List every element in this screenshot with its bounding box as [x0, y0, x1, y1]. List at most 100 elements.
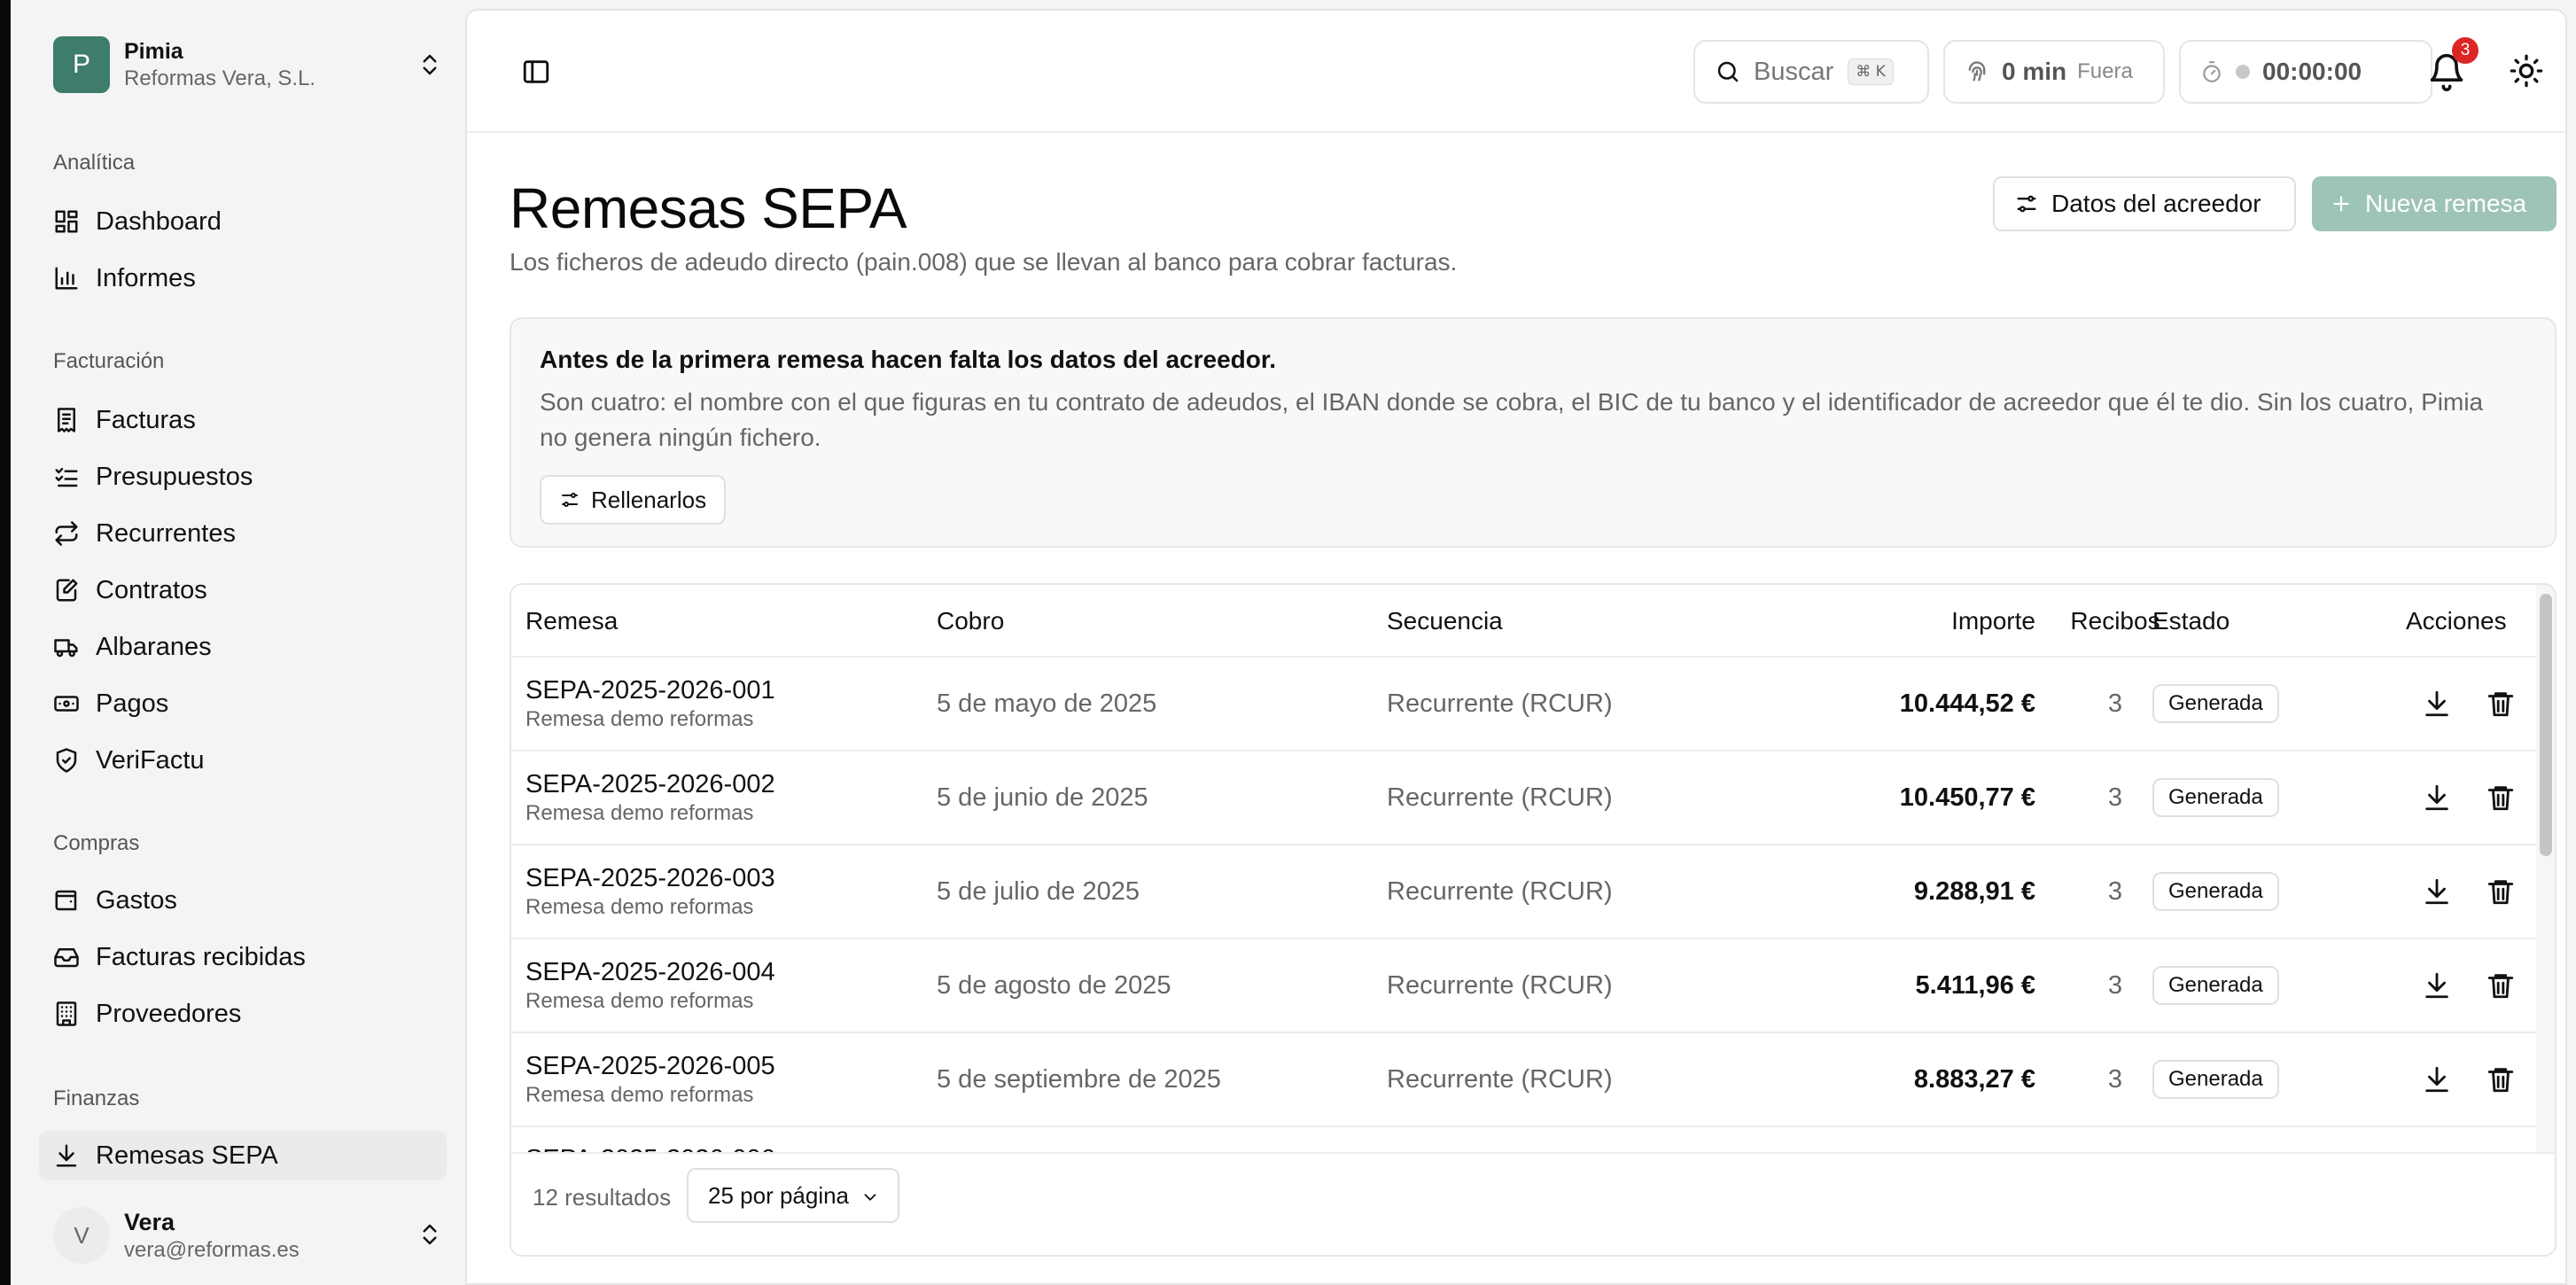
- user-email: vera@reformas.es: [124, 1238, 300, 1262]
- fill-creditor-button[interactable]: Rellenarlos: [540, 475, 727, 525]
- receipt-icon: [58, 408, 75, 432]
- search-icon: [1717, 61, 1739, 82]
- sun-icon[interactable]: [2509, 53, 2544, 89]
- search-placeholder: Buscar: [1754, 57, 1834, 86]
- new-button-label: Nueva remesa: [2365, 190, 2527, 217]
- creditor-button-label: Datos del acreedor: [2051, 190, 2261, 217]
- user-menu[interactable]: V Vera vera@reformas.es: [53, 1202, 443, 1269]
- secuencia: Recurrente (RCUR): [1387, 970, 1613, 1000]
- download-icon[interactable]: [2422, 876, 2452, 907]
- sidebar-item-label: Presupuestos: [96, 462, 253, 491]
- trash-icon[interactable]: [2486, 689, 2516, 719]
- table-row[interactable]: SEPA-2025-2026-001 Remesa demo reformas 5…: [511, 658, 2536, 752]
- table-row[interactable]: SEPA-2025-2026-002 Remesa demo reformas 5…: [511, 752, 2536, 845]
- stopwatch-icon: [2203, 61, 2221, 82]
- topbar: Buscar ⌘ K 0 min Fuera 00:00:00 3: [467, 11, 2565, 133]
- sidebar-item-label: Proveedores: [96, 999, 242, 1028]
- banknote-icon: [54, 696, 79, 712]
- org-avatar: P: [53, 36, 110, 93]
- sidebar-item-label: Facturas: [96, 405, 196, 434]
- status-badge: Generada: [2152, 872, 2279, 911]
- sidebar-item-label: Facturas recibidas: [96, 942, 306, 971]
- section-label-finanzas: Finanzas: [53, 1086, 140, 1110]
- header-estado[interactable]: Estado: [2152, 585, 2230, 658]
- sidebar-item-label: Albaranes: [96, 632, 212, 661]
- sidebar-item-contratos[interactable]: Contratos: [39, 565, 447, 615]
- truck-icon: [54, 639, 78, 658]
- table-row[interactable]: SEPA-2025-2026-003 Remesa demo reformas 5…: [511, 845, 2536, 939]
- results-count: 12 resultados: [533, 1184, 672, 1211]
- header-remesa[interactable]: Remesa: [525, 585, 618, 658]
- header-cobro[interactable]: Cobro: [937, 585, 1004, 658]
- header-acciones: Acciones: [2406, 607, 2507, 635]
- clock-in-button[interactable]: 0 min Fuera: [1943, 40, 2165, 104]
- sidebar-item-facturas[interactable]: Facturas: [39, 395, 447, 445]
- sidebar-item-presupuestos[interactable]: Presupuestos: [39, 452, 447, 502]
- download-icon[interactable]: [2422, 689, 2452, 719]
- sidebar-item-verifactu[interactable]: VeriFactu: [39, 736, 447, 785]
- sliders-icon: [2017, 195, 2036, 213]
- sidebar-item-proveedores[interactable]: Proveedores: [39, 989, 447, 1039]
- section-label-facturacion: Facturación: [53, 349, 165, 373]
- trash-icon[interactable]: [2486, 970, 2516, 1001]
- sidebar-item-remesas-sepa[interactable]: Remesas SEPA: [39, 1131, 447, 1180]
- avatar: V: [53, 1207, 110, 1264]
- header-secuencia[interactable]: Secuencia: [1387, 585, 1503, 658]
- scrollbar-thumb[interactable]: [2540, 594, 2552, 856]
- user-name: Vera: [124, 1209, 175, 1235]
- remesa-id: SEPA-2025-2026-004: [525, 958, 775, 986]
- sidebar-item-pagos[interactable]: Pagos: [39, 679, 447, 728]
- search-button[interactable]: Buscar ⌘ K: [1693, 40, 1929, 104]
- fill-button-label: Rellenarlos: [591, 486, 707, 513]
- cobro-date: 5 de junio de 2025: [937, 783, 1148, 812]
- sidebar-item-label: Recurrentes: [96, 518, 236, 548]
- importe: 8.883,27 €: [1913, 1064, 2035, 1094]
- download-icon: [56, 1144, 77, 1167]
- secuencia: Recurrente (RCUR): [1387, 876, 1613, 906]
- sidebar: P Pimia Reformas Vera, S.L. Analítica Da…: [11, 0, 465, 1285]
- sidebar-item-label: Contratos: [96, 575, 207, 604]
- shield-check-icon: [56, 748, 77, 773]
- repeat-icon: [55, 521, 78, 546]
- per-page-select[interactable]: 25 por página: [687, 1168, 899, 1223]
- main-panel: Buscar ⌘ K 0 min Fuera 00:00:00 3 Remesa…: [465, 9, 2567, 1285]
- cobro-date: 5 de agosto de 2025: [937, 970, 1171, 1000]
- download-icon[interactable]: [2422, 970, 2452, 1001]
- sidebar-item-albaranes[interactable]: Albaranes: [39, 622, 447, 672]
- sidebar-toggle-icon[interactable]: [520, 57, 552, 87]
- table-row[interactable]: SEPA-2025-2026-004 Remesa demo reformas 5…: [511, 939, 2536, 1033]
- header-importe[interactable]: Importe: [1858, 585, 2035, 658]
- table-row[interactable]: SEPA-2025-2026-005 Remesa demo reformas 5…: [511, 1033, 2536, 1127]
- download-icon[interactable]: [2422, 1064, 2452, 1094]
- sidebar-item-informes[interactable]: Informes: [39, 253, 447, 303]
- sidebar-item-dashboard[interactable]: Dashboard: [39, 197, 447, 246]
- window-edge: [0, 0, 11, 1285]
- remesa-id: SEPA-2025-2026-005: [525, 1052, 775, 1080]
- trash-icon[interactable]: [2486, 1064, 2516, 1094]
- importe: 10.444,52 €: [1899, 689, 2035, 718]
- sidebar-item-gastos[interactable]: Gastos: [39, 876, 447, 925]
- new-remittance-button[interactable]: Nueva remesa: [2312, 176, 2557, 231]
- notification-badge: 3: [2452, 37, 2479, 64]
- table-footer: 12 resultados 25 por página: [511, 1152, 2555, 1255]
- creditor-data-button[interactable]: Datos del acreedor: [1993, 176, 2296, 231]
- remesa-id: SEPA-2025-2026-003: [525, 864, 775, 892]
- timer-button[interactable]: 00:00:00: [2179, 40, 2432, 104]
- remesa-desc: Remesa demo reformas: [525, 801, 754, 825]
- download-icon[interactable]: [2422, 783, 2452, 813]
- sidebar-item-facturas-recibidas[interactable]: Facturas recibidas: [39, 932, 447, 982]
- secuencia: Recurrente (RCUR): [1387, 1064, 1613, 1094]
- inbox-icon: [54, 948, 79, 968]
- trash-icon[interactable]: [2486, 876, 2516, 907]
- trash-icon[interactable]: [2486, 783, 2516, 813]
- remesa-desc: Remesa demo reformas: [525, 1083, 754, 1107]
- clock-status: Fuera: [2077, 59, 2133, 83]
- status-badge: Generada: [2152, 684, 2279, 723]
- org-switcher[interactable]: P Pimia Reformas Vera, S.L.: [53, 35, 443, 94]
- remesa-id: SEPA-2025-2026-002: [525, 770, 775, 798]
- timer-value: 00:00:00: [2262, 58, 2362, 85]
- wallet-icon: [55, 890, 77, 911]
- sidebar-item-recurrentes[interactable]: Recurrentes: [39, 509, 447, 558]
- sidebar-item-label: Gastos: [96, 885, 177, 915]
- fingerprint-icon: [1968, 61, 1986, 82]
